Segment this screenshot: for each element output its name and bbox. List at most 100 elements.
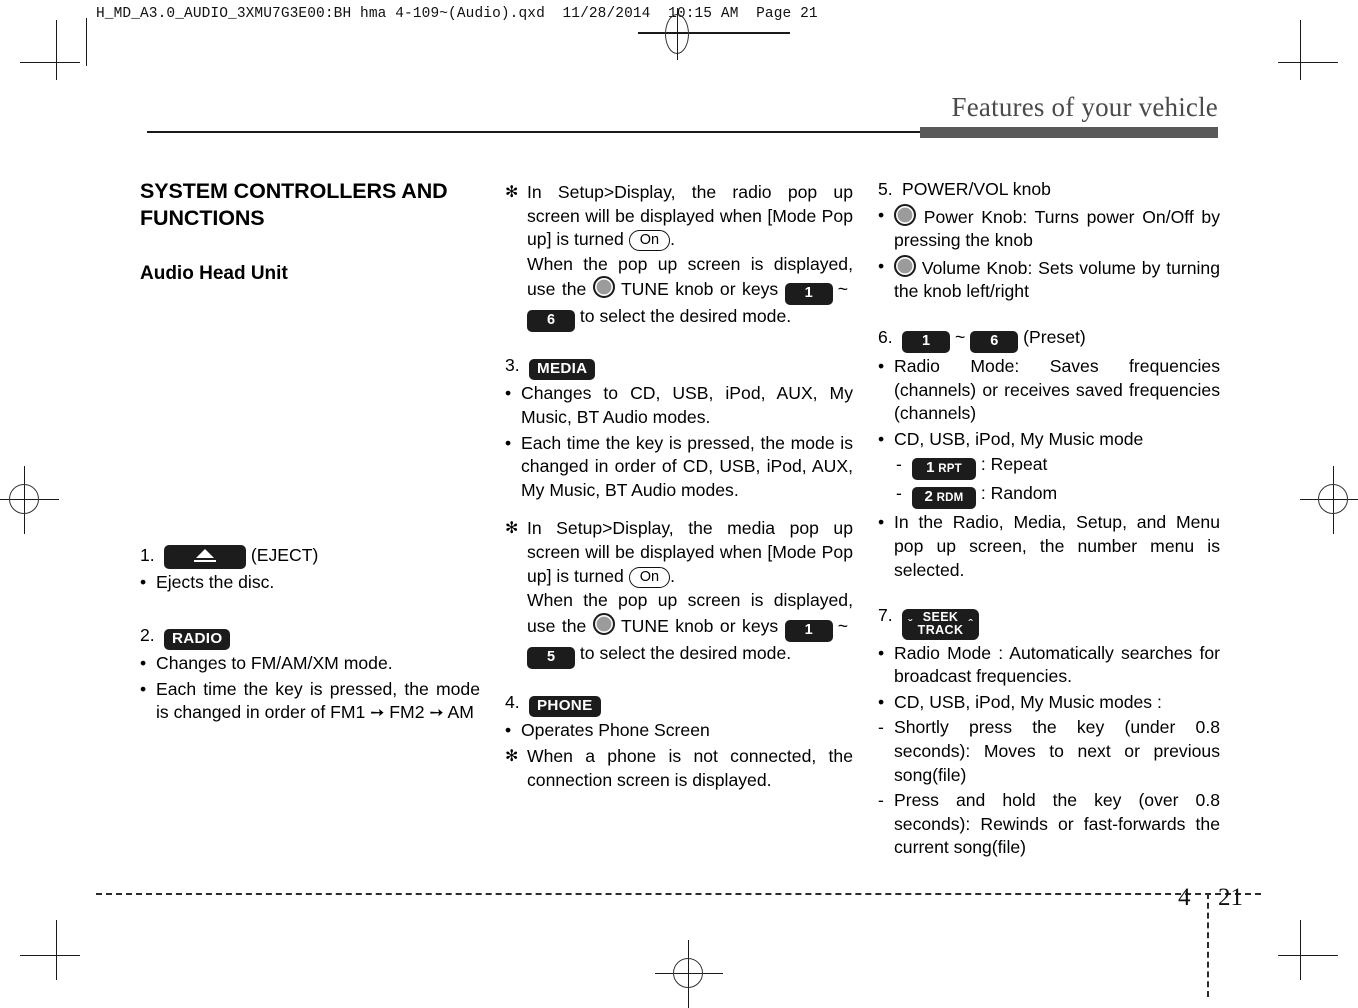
crop-mark-top-right-vertical: [1300, 20, 1301, 80]
bullet-text: Operates Phone Screen: [521, 719, 710, 740]
note-detail-2: TUNE knob or keys: [614, 615, 785, 636]
slug-rule-left: [86, 18, 87, 66]
column-middle: ✻ In Setup>Display, the radio pop up scr…: [505, 178, 853, 793]
asterisk-icon: ✻: [505, 520, 519, 538]
preset-key-5-badge[interactable]: 5: [527, 646, 575, 669]
note-media-popup-detail: When the pop up screen is displayed, use…: [505, 589, 853, 669]
preset-key-6-badge[interactable]: 6: [527, 310, 575, 333]
power-knob-icon[interactable]: [894, 203, 916, 226]
bullet-marker: •: [878, 355, 885, 376]
item-6-content: 1 ~6 (Preset): [902, 326, 1220, 353]
bullet-marker: •: [140, 678, 147, 699]
bullet-label: Power Knob: Turns power On/Off by pressi…: [894, 206, 1221, 251]
chapter-number: 4: [1178, 884, 1191, 911]
bullet-marker: •: [878, 255, 885, 276]
eject-icon: [192, 548, 218, 563]
dash-marker: -: [896, 483, 902, 504]
bullet-marker: •: [878, 428, 885, 449]
item-1-number: 1.: [140, 544, 155, 565]
note-media-popup: ✻ In Setup>Display, the media pop up scr…: [505, 517, 853, 588]
random-key-function: RDM: [936, 492, 964, 505]
item-3-number: 3.: [505, 355, 520, 376]
arrow-right-icon: ➙: [370, 703, 385, 723]
item-6-sub-2: - 2 RDM : Random: [878, 482, 1220, 510]
crop-mark-top-left-horizontal: [20, 62, 80, 63]
bullet-text: In the Radio, Media, Setup, and Menu pop…: [894, 512, 1220, 580]
crop-mark-top-left-vertical: [56, 20, 57, 80]
section-title: SYSTEM CONTROLLERS AND FUNCTIONS: [140, 179, 448, 230]
bullet-text: Ejects the disc.: [156, 571, 275, 592]
dash-marker: -: [896, 454, 902, 475]
footer-dashed-divider: [1207, 893, 1209, 997]
note-radio-popup-detail: When the pop up screen is displayed, use…: [505, 253, 853, 333]
note-radio-popup: ✻ In Setup>Display, the radio pop up scr…: [505, 181, 853, 252]
list-item-5: 5. POWER/VOL knob: [878, 178, 1220, 202]
random-key-badge[interactable]: 2 RDM: [912, 487, 976, 510]
bullet-marker: •: [878, 512, 885, 533]
asterisk-icon: ✻: [505, 184, 519, 201]
item-3-bullet-2: • Each time the key is pressed, the mode…: [505, 432, 853, 503]
radio-key-badge[interactable]: RADIO: [164, 629, 231, 651]
item-1-content: (EJECT): [164, 544, 480, 569]
item-2-bullet-1: • Changes to FM/AM/XM mode.: [140, 652, 480, 676]
chevron-up-icon: ˆ: [968, 616, 974, 633]
item-6-sub-1: - 1 RPT : Repeat: [878, 453, 1220, 481]
bullet-text: CD, USB, iPod, My Music modes :: [894, 691, 1162, 712]
slug-underline: [638, 32, 790, 34]
volume-knob-icon[interactable]: [894, 254, 916, 277]
dash-marker: -: [878, 790, 884, 811]
item-2-content: RADIO: [164, 624, 480, 651]
item-6-bullet-1: • Radio Mode: Saves frequencies (channel…: [878, 355, 1220, 426]
item-2-number: 2.: [140, 625, 155, 646]
item-7-number: 7.: [878, 605, 893, 626]
note-detail-2: TUNE knob or keys: [614, 279, 785, 300]
item-7-sub-2: - Press and hold the key (over 0.8 secon…: [878, 789, 1220, 860]
head-unit-illustration-placeholder: [140, 286, 480, 544]
item-6-number: 6.: [878, 326, 893, 347]
bullet-text: Power Knob: Turns power On/Off by pressi…: [894, 203, 1221, 253]
list-item-6: 6. 1 ~6 (Preset): [878, 326, 1220, 353]
seek-label: SEEK: [922, 609, 959, 624]
bullet-marker: •: [140, 653, 147, 674]
arrow-right-icon-2: ➙: [429, 703, 444, 723]
sub-text: 2 RDM : Random: [912, 482, 1220, 510]
bullet-marker: •: [878, 204, 885, 225]
page-number: 21: [1218, 884, 1243, 911]
running-head: Features of your vehicle: [951, 92, 1218, 122]
phone-key-badge[interactable]: PHONE: [529, 695, 601, 717]
item-7-bullet-1: • Radio Mode : Automatically searches fo…: [878, 642, 1220, 689]
header-accent-bar: [920, 127, 1218, 138]
on-pill-badge[interactable]: On: [628, 230, 671, 252]
tune-knob-icon[interactable]: [592, 612, 615, 635]
crop-mark-bottom-left-horizontal: [20, 955, 80, 956]
footer-dashed-rule: [96, 893, 1261, 895]
column-left: SYSTEM CONTROLLERS AND FUNCTIONS Audio H…: [140, 178, 480, 725]
range-tilde: ~: [837, 615, 848, 636]
crop-mark-bottom-right-horizontal: [1278, 955, 1338, 956]
seek-track-key-badge[interactable]: ˇ SEEK TRACK ˆ: [902, 608, 980, 640]
item-4-note: ✻ When a phone is not connected, the con…: [505, 745, 853, 792]
random-key-number: 2: [924, 488, 933, 506]
preset-key-1-badge[interactable]: 1: [784, 619, 833, 642]
slug-center-guide: [677, 8, 678, 60]
eject-key-badge[interactable]: [164, 544, 246, 569]
sub-label: : Random: [980, 483, 1058, 504]
bullet-text: Changes to FM/AM/XM mode.: [156, 653, 393, 674]
note-text: In Setup>Display, the radio pop up scree…: [527, 181, 853, 252]
tune-knob-icon[interactable]: [592, 276, 615, 299]
range-tilde: ~: [837, 279, 848, 300]
preset-key-1-badge[interactable]: 1: [902, 330, 950, 353]
bullet-marker: •: [505, 383, 512, 404]
preset-key-1-badge[interactable]: 1: [784, 283, 833, 306]
seek-track-labels: SEEK TRACK: [918, 609, 964, 638]
bullet-marker: •: [878, 642, 885, 663]
preset-key-6-badge[interactable]: 6: [970, 330, 1019, 353]
repeat-key-badge[interactable]: 1 RPT: [912, 458, 976, 481]
item-4-bullet-1: • Operates Phone Screen: [505, 719, 853, 743]
item-6-caption: (Preset): [1023, 326, 1086, 347]
asterisk-icon: ✻: [505, 748, 519, 766]
item-5-bullet-2: • Volume Knob: Sets volume by turning th…: [878, 254, 1220, 304]
media-key-badge[interactable]: MEDIA: [529, 359, 596, 381]
on-pill-badge[interactable]: On: [628, 566, 671, 588]
list-item-7: 7. ˇ SEEK TRACK ˆ: [878, 604, 1220, 640]
